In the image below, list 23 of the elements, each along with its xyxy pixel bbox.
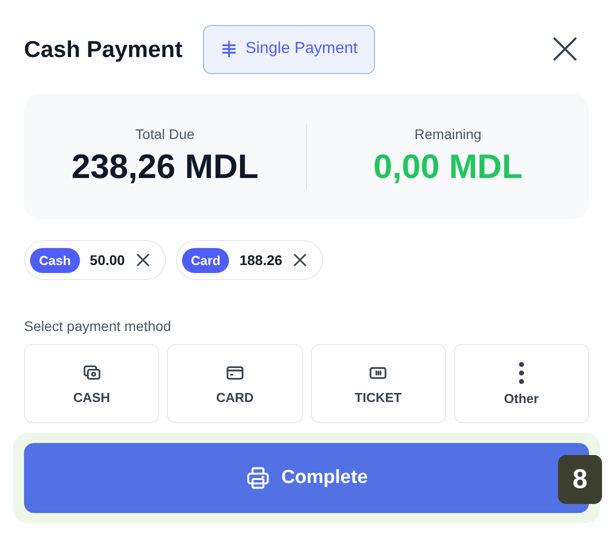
summary-value: 238,26 MDL — [71, 148, 259, 187]
method-label: Select payment method — [24, 318, 172, 334]
remove-button[interactable] — [292, 252, 308, 268]
more-icon — [518, 362, 524, 384]
method-tag: Cash — [30, 248, 80, 272]
summary-label: Remaining — [414, 126, 482, 142]
shortcut-badge: 8 — [558, 455, 602, 504]
payment-method-button[interactable]: CARD — [167, 344, 302, 423]
dialog-title: Cash Payment — [24, 36, 183, 62]
split-icon — [220, 40, 238, 58]
remove-button[interactable] — [134, 252, 151, 268]
payment-method-button[interactable]: TICKET — [310, 344, 446, 423]
summary-label: Total Due — [135, 126, 195, 142]
payment-amount: 50.00 — [90, 252, 125, 268]
payment-amount: 188.26 — [239, 252, 282, 268]
method-tag: Card — [182, 248, 230, 272]
payment-method-button[interactable]: Other — [454, 344, 589, 423]
cash-icon — [82, 362, 102, 382]
close-button[interactable] — [551, 35, 579, 63]
single-payment-button[interactable]: Single Payment — [202, 24, 375, 74]
printer-icon — [245, 465, 272, 491]
summary-value: 0,00 MDL — [373, 148, 523, 187]
payment-method-button[interactable]: CASH — [24, 344, 160, 423]
